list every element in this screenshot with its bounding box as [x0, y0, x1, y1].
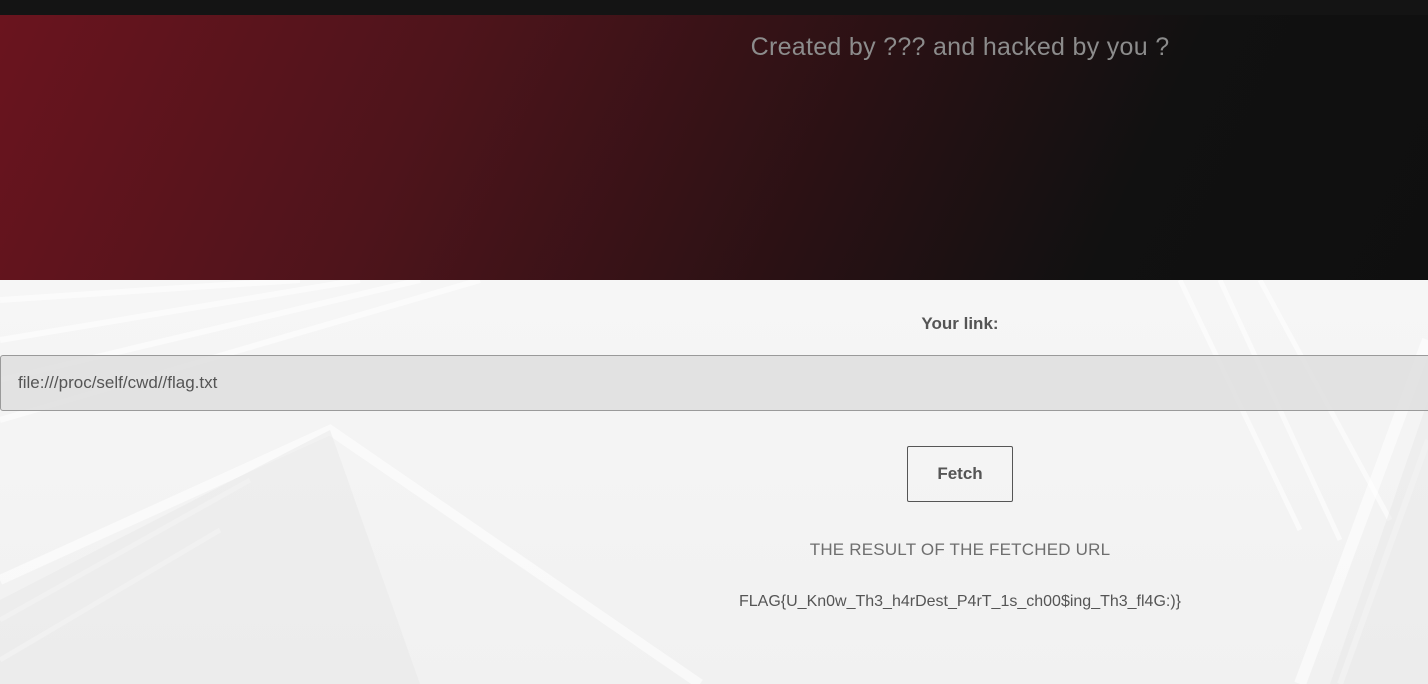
result-value: FLAG{U_Kn0w_Th3_h4rDest_P4rT_1s_ch00$ing… — [738, 593, 1182, 610]
top-bar — [0, 0, 1428, 15]
form-column: Your link: Fetch THE RESULT OF THE FETCH… — [0, 280, 1428, 684]
fetch-button[interactable]: Fetch — [907, 446, 1013, 502]
url-input[interactable] — [0, 355, 1428, 411]
link-label: Your link: — [921, 314, 999, 333]
result-heading: THE RESULT OF THE FETCHED URL — [809, 540, 1111, 559]
hero-banner: Created by ??? and hacked by you ? — [0, 15, 1428, 280]
credit-text: Created by ??? and hacked by you ? — [750, 33, 1170, 61]
main-content: Your link: Fetch THE RESULT OF THE FETCH… — [0, 280, 1428, 684]
